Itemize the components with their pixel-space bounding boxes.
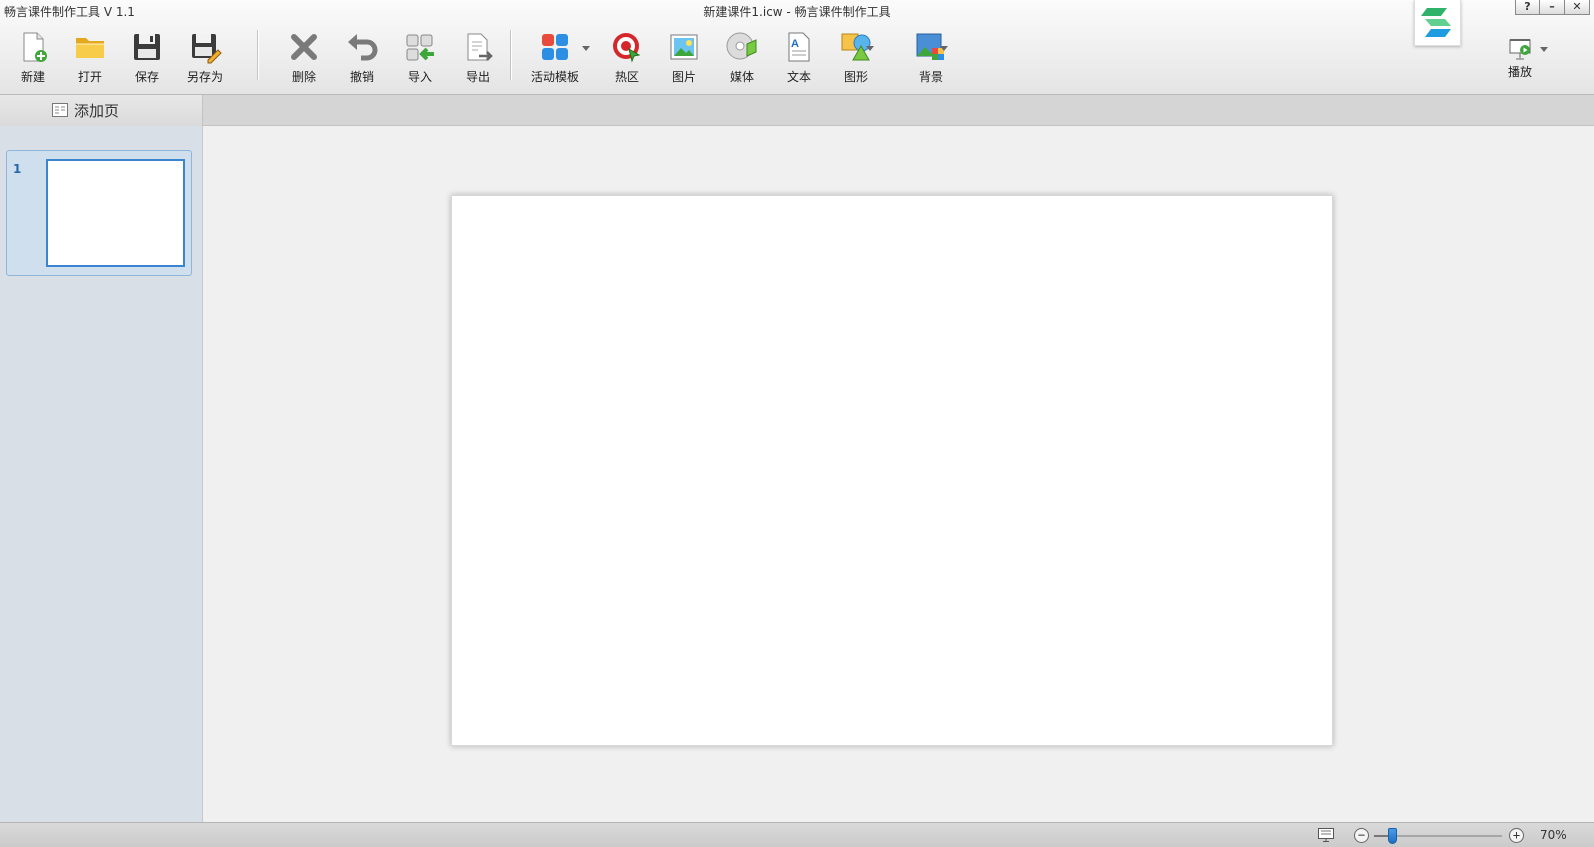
import-icon: [403, 30, 437, 64]
delete-label: 删除: [291, 70, 316, 84]
shape-dropdown-icon[interactable]: [866, 46, 874, 51]
save-button[interactable]: 保存: [119, 28, 175, 88]
save-as-button[interactable]: 另存为: [177, 28, 233, 88]
add-page-label: 添加页: [74, 101, 120, 120]
editing-canvas-area: [203, 126, 1594, 822]
save-as-icon: [188, 30, 222, 64]
slide-canvas[interactable]: [451, 195, 1333, 746]
text-button[interactable]: A 文本: [771, 28, 827, 88]
close-button[interactable]: ✕: [1565, 0, 1590, 15]
hotspot-target-icon: [610, 30, 644, 64]
export-label: 导出: [465, 70, 490, 84]
media-button[interactable]: 媒体: [714, 28, 770, 88]
page-thumbnail[interactable]: [46, 159, 185, 267]
zoom-out-button[interactable]: −: [1354, 828, 1369, 843]
undo-icon: [345, 30, 379, 64]
zoom-in-button[interactable]: +: [1509, 828, 1524, 843]
document-title: 新建课件1.icw - 畅言课件制作工具: [703, 5, 891, 19]
text-label: 文本: [786, 70, 811, 84]
image-button[interactable]: 图片: [656, 28, 712, 88]
delete-x-icon: [287, 30, 321, 64]
template-grid-icon: [538, 30, 572, 64]
toolbar-separator: [257, 30, 258, 80]
title-toolbar-area: 畅言课件制作工具 V 1.1 新建课件1.icw - 畅言课件制作工具 ? – …: [0, 0, 1594, 95]
zoom-level: 70%: [1540, 828, 1567, 842]
media-label: 媒体: [729, 70, 754, 84]
background-label: 背景: [918, 70, 943, 84]
page-actions-bar: 添加页: [0, 95, 1594, 126]
status-bar: − + 70%: [0, 822, 1594, 847]
media-disc-icon: [725, 30, 759, 64]
activity-template-label: 活动模板: [530, 70, 579, 84]
background-button[interactable]: 背景: [903, 28, 959, 88]
new-button[interactable]: 新建: [5, 28, 61, 88]
save-as-label: 另存为: [186, 70, 223, 84]
main-toolbar: 新建 打开 保存 另存为 删除 撤销 导入 导出 活动模板 热区 图片 媒体 A…: [0, 28, 1000, 90]
add-page-icon: [52, 103, 68, 117]
brand-logo: [1414, 0, 1461, 46]
toolbar-separator: [510, 30, 511, 80]
floppy-disk-icon: [130, 30, 164, 64]
save-label: 保存: [134, 70, 159, 84]
import-button[interactable]: 导入: [392, 28, 448, 88]
hotspot-label: 热区: [614, 70, 639, 84]
open-button[interactable]: 打开: [62, 28, 118, 88]
new-file-icon: [16, 30, 50, 64]
svg-text:A: A: [791, 38, 799, 50]
activity-template-dropdown-icon[interactable]: [582, 46, 590, 51]
page-number: 1: [13, 162, 22, 176]
fit-to-window-icon[interactable]: [1318, 828, 1334, 842]
activity-template-button[interactable]: 活动模板: [520, 28, 590, 88]
background-dropdown-icon[interactable]: [940, 46, 948, 51]
folder-icon: [73, 30, 107, 64]
new-label: 新建: [20, 70, 45, 84]
window-controls: ? – ✕: [1515, 0, 1590, 15]
undo-label: 撤销: [349, 70, 374, 84]
play-button[interactable]: 播放: [1500, 36, 1552, 84]
text-document-icon: A: [782, 30, 816, 64]
delete-button[interactable]: 删除: [276, 28, 332, 88]
open-label: 打开: [77, 70, 102, 84]
play-dropdown-icon[interactable]: [1540, 47, 1548, 52]
image-label: 图片: [671, 70, 696, 84]
image-icon: [667, 30, 701, 64]
help-button[interactable]: ?: [1515, 0, 1540, 15]
export-icon: [461, 30, 495, 64]
import-label: 导入: [407, 70, 432, 84]
play-presentation-icon: [1508, 36, 1534, 62]
play-label: 播放: [1507, 65, 1532, 79]
page-thumbnail-item[interactable]: 1: [6, 150, 192, 276]
minimize-button[interactable]: –: [1540, 0, 1565, 15]
page-list-panel: 1: [0, 126, 203, 822]
export-button[interactable]: 导出: [450, 28, 506, 88]
shape-label: 图形: [843, 70, 868, 84]
zoom-slider[interactable]: [1374, 828, 1502, 844]
shape-button[interactable]: 图形: [828, 28, 884, 88]
zoom-slider-thumb[interactable]: [1387, 828, 1397, 844]
add-page-button[interactable]: 添加页: [52, 100, 119, 120]
page-actions-left: 添加页: [0, 95, 203, 126]
undo-button[interactable]: 撤销: [334, 28, 390, 88]
hotspot-button[interactable]: 热区: [599, 28, 655, 88]
